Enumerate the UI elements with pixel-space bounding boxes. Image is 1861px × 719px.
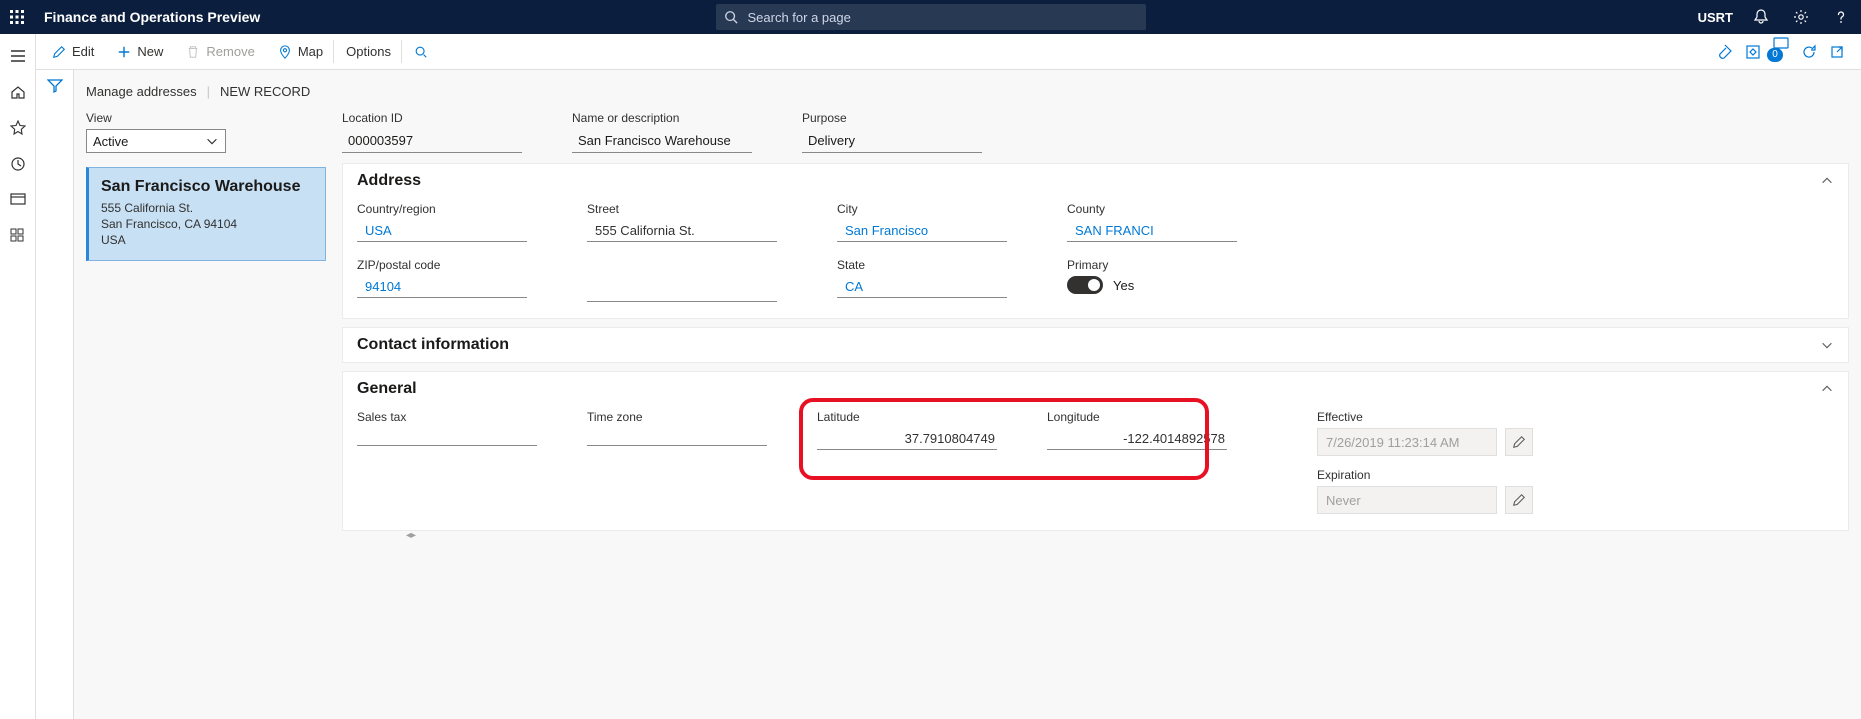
chevron-up-icon (1820, 174, 1834, 188)
bell-icon (1753, 9, 1769, 25)
app-launcher[interactable] (0, 0, 34, 34)
plus-icon (117, 45, 131, 59)
section-contact-header[interactable]: Contact information (343, 328, 1848, 362)
refresh-icon[interactable] (1801, 44, 1817, 60)
new-button[interactable]: New (107, 40, 174, 63)
breadcrumb-root[interactable]: Manage addresses (86, 84, 197, 99)
attach-icon[interactable] (1717, 44, 1733, 60)
gear-icon (1793, 9, 1809, 25)
pencil-icon (1512, 435, 1526, 449)
search-input[interactable] (746, 9, 1138, 26)
workspace-icon (10, 192, 26, 208)
action-bar: Edit New Remove Map Options (36, 34, 1861, 70)
primary-toggle[interactable] (1067, 276, 1103, 294)
search-icon (414, 45, 428, 59)
options-button[interactable]: Options (336, 40, 402, 63)
purpose-label: Purpose (802, 111, 982, 125)
trash-icon (186, 45, 200, 59)
section-address-header[interactable]: Address (343, 164, 1848, 198)
effective-field: 7/26/2019 11:23:14 AM (1317, 428, 1497, 456)
expiration-edit-button[interactable] (1505, 486, 1533, 514)
user-id[interactable]: USRT (1690, 10, 1741, 25)
nav-recent[interactable] (10, 156, 26, 172)
nav-home[interactable] (10, 84, 26, 100)
section-general: General Sales tax (342, 371, 1849, 531)
purpose-field[interactable]: Delivery (802, 129, 982, 153)
card-title: San Francisco Warehouse (101, 178, 313, 196)
name-label: Name or description (572, 111, 752, 125)
funnel-icon (47, 78, 63, 94)
chevron-down-icon (1820, 338, 1834, 352)
state-field[interactable]: CA (837, 276, 1007, 298)
notifications-button[interactable] (1741, 0, 1781, 34)
search-icon (724, 10, 738, 24)
country-field[interactable]: USA (357, 220, 527, 242)
edit-button[interactable]: Edit (42, 40, 105, 63)
map-button[interactable]: Map (268, 40, 334, 63)
pencil-icon (52, 45, 66, 59)
app-title: Finance and Operations Preview (34, 9, 260, 25)
salestax-field[interactable] (357, 428, 537, 446)
map-pin-icon (278, 45, 292, 59)
breadcrumb: Manage addresses | NEW RECORD (86, 78, 1849, 111)
help-icon (1833, 9, 1849, 25)
county-field[interactable]: SAN FRANCI (1067, 220, 1237, 242)
filter-column (36, 70, 74, 719)
home-icon (10, 84, 26, 100)
pencil-icon (1512, 493, 1526, 507)
settings-button[interactable] (1781, 0, 1821, 34)
global-search[interactable] (716, 4, 1146, 30)
longitude-field[interactable]: -122.4014892578 (1047, 428, 1227, 450)
message-count-badge: 0 (1767, 48, 1783, 62)
splitter-handle[interactable]: ◂▸ (408, 520, 414, 550)
view-label: View (86, 111, 326, 125)
remove-button: Remove (176, 40, 265, 63)
address-card-selected[interactable]: San Francisco Warehouse 555 California S… (86, 167, 326, 261)
modules-icon (10, 228, 26, 244)
find-button[interactable] (404, 41, 439, 63)
office-icon[interactable] (1745, 44, 1761, 60)
section-contact: Contact information (342, 327, 1849, 363)
city-field[interactable]: San Francisco (837, 220, 1007, 242)
nav-menu-button[interactable] (10, 48, 26, 64)
latitude-field[interactable]: 37.7910804749 (817, 428, 997, 450)
name-field[interactable]: San Francisco Warehouse (572, 129, 752, 153)
star-icon (10, 120, 26, 136)
clock-icon (10, 156, 26, 172)
nav-favorites[interactable] (10, 120, 26, 136)
section-address: Address Country/region USA (342, 163, 1849, 319)
expiration-field: Never (1317, 486, 1497, 514)
view-dropdown[interactable]: Active (86, 129, 226, 153)
zip-field[interactable]: 94104 (357, 276, 527, 298)
nav-workspaces[interactable] (10, 192, 26, 208)
breadcrumb-current: NEW RECORD (220, 84, 310, 99)
street-line2-field[interactable] (587, 282, 777, 302)
nav-modules[interactable] (10, 228, 26, 244)
street-field[interactable]: 555 California St. (587, 220, 777, 242)
filter-button[interactable] (47, 78, 63, 719)
chevron-up-icon (1820, 382, 1834, 396)
location-id-field[interactable]: 000003597 (342, 129, 522, 153)
help-button[interactable] (1821, 0, 1861, 34)
effective-edit-button[interactable] (1505, 428, 1533, 456)
popout-icon[interactable] (1829, 44, 1845, 60)
hamburger-icon (10, 48, 26, 64)
chevron-down-icon (205, 134, 219, 148)
breadcrumb-separator: | (207, 84, 210, 99)
global-header: Finance and Operations Preview USRT (0, 0, 1861, 34)
timezone-field[interactable] (587, 428, 767, 446)
left-nav-rail (0, 34, 36, 719)
section-general-header[interactable]: General (343, 372, 1848, 406)
location-id-label: Location ID (342, 111, 522, 125)
waffle-icon (10, 10, 24, 24)
